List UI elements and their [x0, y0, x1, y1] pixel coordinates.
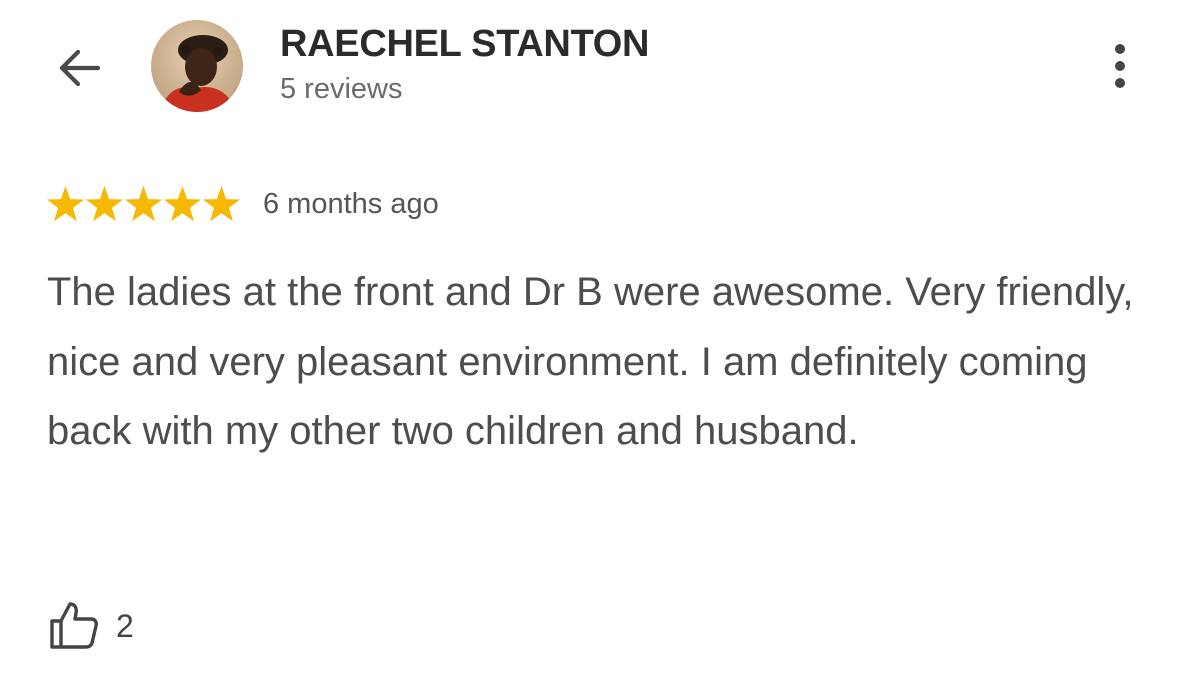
review-count: 5 reviews — [280, 73, 403, 105]
profile-photo — [151, 20, 243, 112]
vertical-dots-icon — [1115, 44, 1125, 88]
reviewer-name[interactable]: RAECHEL STANTON — [280, 24, 650, 64]
review-text: The ladies at the front and Dr B were aw… — [47, 270, 1134, 453]
review-page: RAECHEL STANTON 5 reviews 6 months ago T… — [0, 0, 1200, 692]
star-icon — [163, 185, 202, 221]
more-options-button[interactable] — [1096, 38, 1144, 94]
star-icon — [124, 185, 163, 221]
star-icon — [85, 185, 124, 221]
star-rating — [46, 185, 241, 224]
like-count: 2 — [116, 607, 134, 644]
rating-row: 6 months ago — [46, 181, 439, 227]
star-icon — [46, 185, 85, 221]
thumbs-up-icon — [50, 602, 98, 649]
review-time: 6 months ago — [263, 187, 439, 220]
avatar[interactable] — [151, 20, 243, 112]
back-button[interactable] — [52, 40, 108, 96]
like-button[interactable]: 2 — [48, 600, 134, 652]
arrow-left-icon — [59, 49, 101, 87]
star-icon — [202, 185, 241, 221]
